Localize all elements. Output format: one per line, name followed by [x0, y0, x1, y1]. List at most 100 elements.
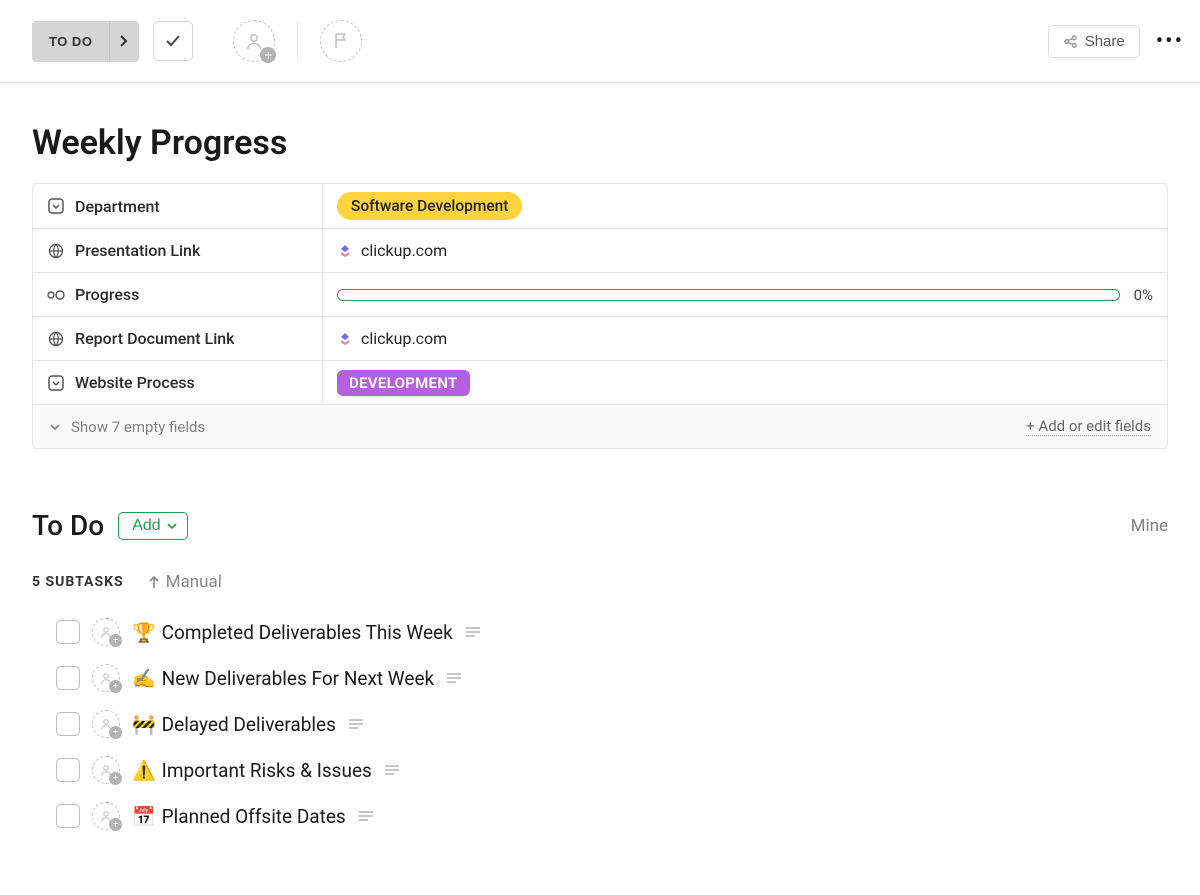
share-icon — [1063, 34, 1078, 49]
add-edit-fields-link[interactable]: + Add or edit fields — [1026, 417, 1151, 436]
subtask-checkbox[interactable] — [56, 666, 80, 690]
field-value-presentation-link[interactable]: clickup.com — [323, 229, 1167, 272]
assignee-picker[interactable]: + — [233, 20, 275, 62]
assignee-picker[interactable]: + — [92, 664, 120, 692]
field-name: Presentation Link — [75, 241, 200, 260]
sort-label: Manual — [166, 572, 222, 592]
link-text: clickup.com — [361, 241, 447, 260]
status-group: TO DO — [32, 21, 139, 62]
subtask-title[interactable]: ✍️ New Deliverables For Next Week — [132, 667, 434, 690]
mine-filter[interactable]: Mine — [1131, 516, 1168, 536]
emoji-icon: ✍️ — [132, 667, 156, 690]
field-name: Department — [75, 197, 160, 216]
clickup-favicon-icon — [337, 243, 353, 259]
share-button[interactable]: Share — [1048, 25, 1140, 58]
subtask-row: + ✍️ New Deliverables For Next Week — [56, 664, 1168, 692]
subtask-count: 5 SUBTASKS — [32, 574, 124, 590]
show-empty-fields-toggle[interactable]: Show 7 empty fields — [49, 418, 205, 436]
field-label: Presentation Link — [33, 229, 323, 272]
subtask-row: + 🏆 Completed Deliverables This Week — [56, 618, 1168, 646]
subtask-title[interactable]: ⚠️ Important Risks & Issues — [132, 759, 372, 782]
field-name: Progress — [75, 285, 139, 304]
progress-percent: 0% — [1134, 286, 1153, 304]
more-horizontal-icon: ••• — [1156, 29, 1184, 54]
emoji-icon: 🚧 — [132, 713, 156, 736]
add-label: Add — [132, 517, 160, 535]
emoji-icon: 🏆 — [132, 621, 156, 644]
status-dropdown-button[interactable] — [109, 21, 139, 62]
subtask-checkbox[interactable] — [56, 758, 80, 782]
note-icon[interactable] — [384, 764, 400, 776]
link-text: clickup.com — [361, 329, 447, 348]
field-row-department: Department Software Development — [33, 184, 1167, 228]
department-pill: Software Development — [337, 192, 522, 220]
field-value-progress[interactable]: 0% — [323, 273, 1167, 316]
note-icon[interactable] — [358, 810, 374, 822]
note-icon[interactable] — [348, 718, 364, 730]
assignee-picker[interactable]: + — [92, 618, 120, 646]
show-empty-label: Show 7 empty fields — [71, 418, 205, 436]
custom-fields-table: Department Software Development Presenta… — [32, 183, 1168, 449]
plus-badge-icon: + — [109, 772, 122, 785]
subtask-title[interactable]: 🚧 Delayed Deliverables — [132, 713, 336, 736]
plus-badge-icon: + — [109, 818, 122, 831]
subtask-checkbox[interactable] — [56, 620, 80, 644]
subtask-checkbox[interactable] — [56, 804, 80, 828]
field-label: Department — [33, 184, 323, 228]
dropdown-field-icon — [47, 375, 65, 391]
caret-right-icon — [120, 35, 128, 47]
chevron-down-icon — [167, 522, 177, 530]
assignee-picker[interactable]: + — [92, 710, 120, 738]
progress-bar — [337, 289, 1120, 301]
dropdown-field-icon — [47, 198, 65, 214]
website-process-pill: DEVELOPMENT — [337, 370, 470, 396]
arrow-up-icon — [148, 575, 160, 589]
subtask-title[interactable]: 📅 Planned Offsite Dates — [132, 805, 346, 828]
subtask-checkbox[interactable] — [56, 712, 80, 736]
plus-badge-icon: + — [260, 47, 276, 63]
field-row-presentation-link: Presentation Link clickup.com — [33, 228, 1167, 272]
subtask-title[interactable]: 🏆 Completed Deliverables This Week — [132, 621, 453, 644]
check-icon — [164, 32, 182, 50]
complete-button[interactable] — [153, 21, 193, 61]
task-content: Weekly Progress Department Software Deve… — [0, 83, 1200, 850]
subtask-row: + 📅 Planned Offsite Dates — [56, 802, 1168, 830]
task-title[interactable]: Weekly Progress — [32, 123, 1168, 163]
field-label: Progress — [33, 273, 323, 316]
field-label: Website Process — [33, 361, 323, 404]
field-value-department[interactable]: Software Development — [323, 184, 1167, 228]
section-title: To Do — [32, 509, 104, 542]
field-name: Report Document Link — [75, 329, 235, 348]
priority-flag-picker[interactable] — [320, 20, 362, 62]
note-icon[interactable] — [465, 626, 481, 638]
globe-icon — [47, 331, 65, 347]
emoji-icon: ⚠️ — [132, 759, 156, 782]
sort-mode-button[interactable]: Manual — [148, 572, 222, 592]
more-menu-button[interactable]: ••• — [1156, 29, 1184, 54]
subtask-toolbar: 5 SUBTASKS Manual — [32, 572, 1168, 592]
status-button[interactable]: TO DO — [32, 21, 109, 62]
globe-icon — [47, 243, 65, 259]
field-row-progress: Progress 0% — [33, 272, 1167, 316]
section-header: To Do Add Mine — [32, 509, 1168, 542]
field-value-report-link[interactable]: clickup.com — [323, 317, 1167, 360]
field-value-website-process[interactable]: DEVELOPMENT — [323, 361, 1167, 404]
assignee-picker[interactable]: + — [92, 756, 120, 784]
assignee-picker[interactable]: + — [92, 802, 120, 830]
share-label: Share — [1085, 33, 1125, 50]
toolbar: TO DO + Share ••• — [0, 0, 1200, 83]
add-subtask-button[interactable]: Add — [118, 512, 187, 540]
field-name: Website Process — [75, 373, 195, 392]
note-icon[interactable] — [446, 672, 462, 684]
progress-icon — [47, 289, 65, 301]
clickup-favicon-icon — [337, 331, 353, 347]
subtask-list: + 🏆 Completed Deliverables This Week + ✍… — [32, 618, 1168, 830]
field-row-report-link: Report Document Link clickup.com — [33, 316, 1167, 360]
plus-badge-icon: + — [109, 726, 122, 739]
plus-badge-icon: + — [109, 634, 122, 647]
subtask-row: + 🚧 Delayed Deliverables — [56, 710, 1168, 738]
person-icon — [244, 31, 264, 51]
field-label: Report Document Link — [33, 317, 323, 360]
fields-footer: Show 7 empty fields + Add or edit fields — [33, 404, 1167, 448]
field-row-website-process: Website Process DEVELOPMENT — [33, 360, 1167, 404]
